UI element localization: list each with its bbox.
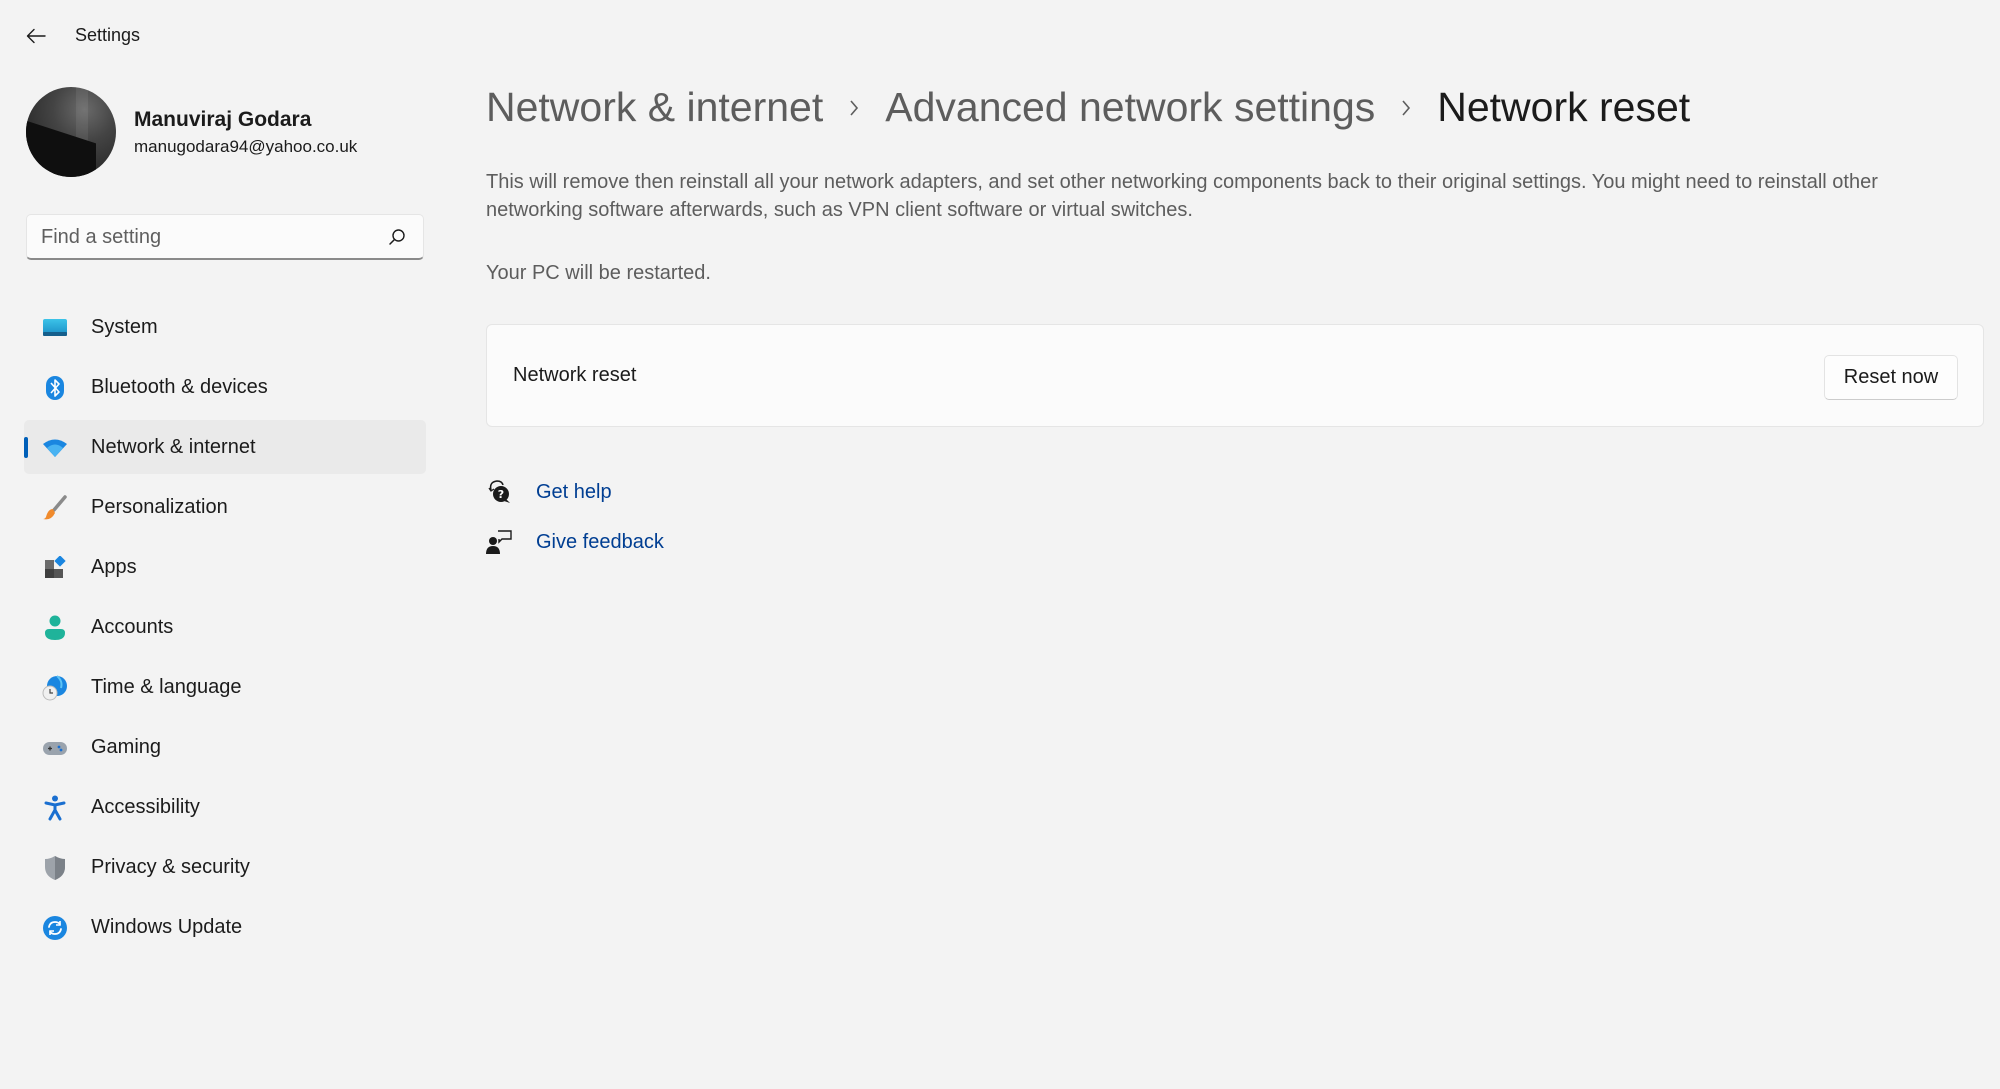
breadcrumb-network-internet[interactable]: Network & internet	[486, 84, 823, 131]
sidebar-nav: System Bluetooth & devices Network & int…	[24, 300, 426, 960]
sidebar-item-apps[interactable]: Apps	[24, 540, 426, 594]
chevron-right-icon	[823, 98, 885, 118]
sidebar-item-system[interactable]: System	[24, 300, 426, 354]
back-button[interactable]	[18, 20, 54, 52]
breadcrumb: Network & internet Advanced network sett…	[486, 84, 1690, 131]
sidebar-item-accounts[interactable]: Accounts	[24, 600, 426, 654]
active-indicator	[24, 437, 28, 458]
apps-icon	[42, 555, 68, 581]
page-title: Network reset	[1437, 84, 1691, 130]
paintbrush-icon	[42, 495, 68, 521]
accessibility-icon	[42, 795, 68, 821]
sidebar-item-privacy-security[interactable]: Privacy & security	[24, 840, 426, 894]
sidebar-item-label: Accounts	[91, 615, 174, 638]
shield-icon	[42, 855, 68, 881]
breadcrumb-advanced-network-settings[interactable]: Advanced network settings	[885, 84, 1375, 131]
sidebar-item-label: System	[91, 315, 158, 338]
help-chat-icon: ?	[486, 479, 512, 505]
monitor-icon	[42, 315, 68, 341]
avatar[interactable]	[26, 87, 116, 177]
description-text: This will remove then reinstall all your…	[486, 171, 1878, 221]
user-name: Manuviraj Godara	[134, 108, 312, 131]
user-email: manugodara94@yahoo.co.uk	[134, 137, 358, 156]
sidebar-item-gaming[interactable]: Gaming	[24, 720, 426, 774]
sidebar-item-personalization[interactable]: Personalization	[24, 480, 426, 534]
give-feedback-link[interactable]: Give feedback	[486, 529, 664, 555]
sidebar-item-bluetooth-devices[interactable]: Bluetooth & devices	[24, 360, 426, 414]
gamepad-icon	[42, 735, 68, 761]
globe-clock-icon	[42, 675, 68, 701]
sidebar-item-network-internet[interactable]: Network & internet	[24, 420, 426, 474]
sidebar-item-windows-update[interactable]: Windows Update	[24, 900, 426, 954]
sidebar-item-label: Accessibility	[91, 795, 200, 818]
sidebar-item-label: Privacy & security	[91, 855, 250, 878]
get-help-label[interactable]: Get help	[536, 481, 612, 504]
sidebar-item-label: Apps	[91, 555, 137, 578]
wifi-icon	[42, 435, 68, 461]
sidebar-item-label: Gaming	[91, 735, 162, 758]
title-bar: Settings	[0, 0, 2000, 72]
sidebar-item-label: Time & language	[91, 675, 242, 698]
get-help-link[interactable]: ? Get help	[486, 479, 612, 505]
sidebar-item-label: Network & internet	[91, 435, 256, 458]
person-icon	[42, 615, 68, 641]
arrow-left-icon	[26, 28, 46, 44]
card-label: Network reset	[513, 364, 637, 386]
give-feedback-label[interactable]: Give feedback	[536, 531, 664, 554]
search-icon[interactable]	[387, 227, 407, 247]
search-box[interactable]	[26, 214, 424, 260]
bluetooth-icon	[42, 375, 68, 401]
sidebar-item-accessibility[interactable]: Accessibility	[24, 780, 426, 834]
app-title: Settings	[75, 25, 141, 45]
chevron-right-icon	[1375, 98, 1437, 118]
sidebar-item-time-language[interactable]: Time & language	[24, 660, 426, 714]
restart-note: Your PC will be restarted.	[486, 262, 711, 284]
sidebar-item-label: Windows Update	[91, 915, 243, 938]
sidebar-item-label: Bluetooth & devices	[91, 375, 268, 398]
search-input[interactable]	[41, 215, 381, 259]
svg-text:?: ?	[498, 488, 504, 501]
network-reset-card: Network reset Reset now	[486, 324, 1984, 427]
refresh-icon	[42, 915, 68, 941]
reset-now-button[interactable]: Reset now	[1824, 355, 1958, 400]
sidebar-item-label: Personalization	[91, 495, 228, 518]
feedback-icon	[486, 529, 512, 555]
